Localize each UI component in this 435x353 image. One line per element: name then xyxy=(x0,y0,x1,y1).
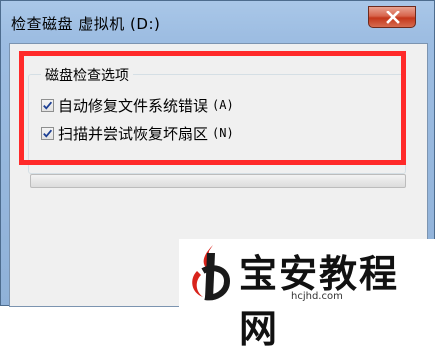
logo-icon xyxy=(192,245,231,301)
check-disk-dialog: 检查磁盘 虚拟机 (D:) 磁盘检查选项 自动修复文件系统错误 (A) 扫描并尝… xyxy=(0,0,435,351)
close-icon xyxy=(386,11,400,24)
progress-bar xyxy=(30,174,406,188)
watermark-url: hcjhd.com xyxy=(291,291,343,302)
title-bar[interactable]: 检查磁盘 虚拟机 (D:) xyxy=(1,1,434,43)
highlight-annotation-box xyxy=(19,51,406,165)
watermark: 宝安教程网 hcjhd.com xyxy=(179,239,435,351)
close-button[interactable] xyxy=(368,6,416,28)
window-title: 检查磁盘 虚拟机 (D:) xyxy=(11,15,161,33)
